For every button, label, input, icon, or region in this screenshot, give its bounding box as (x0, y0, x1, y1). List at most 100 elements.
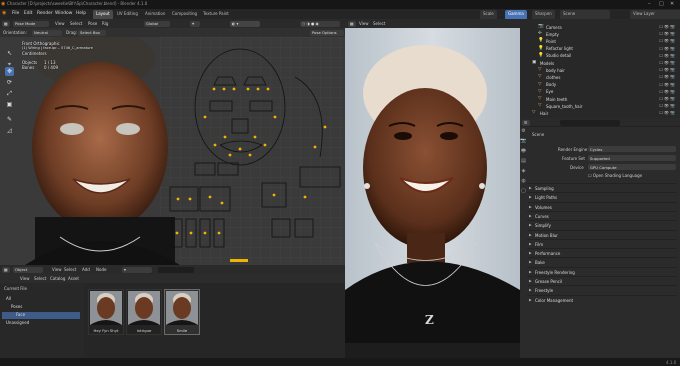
outliner-panel: 📷 Camera ☐👁📷 ✣ Empty ☐👁📷 💡 Point ☐👁📷 💡 Refactor li… (520, 19, 680, 118)
render-menu-select[interactable]: Select (373, 21, 385, 26)
orientation-dropdown[interactable]: Neutral (32, 29, 62, 36)
minimize-button[interactable]: – (648, 1, 651, 7)
viewport-menu-view[interactable]: View (55, 21, 65, 26)
panel-color-management[interactable]: ▶ Color Management (527, 294, 677, 305)
transform-tool-icon[interactable]: ▣ (5, 100, 14, 109)
visibility-toggle-icon[interactable]: ☐👁📷 (659, 110, 676, 115)
asset-menu2-catalog[interactable]: Catalog (50, 276, 65, 281)
osl-checkbox[interactable]: ☐ Open Shading Language (588, 173, 642, 178)
drag-dropdown[interactable]: Select Box (78, 29, 106, 36)
tool-tab-icon[interactable]: ⚙ (520, 128, 527, 137)
device-dropdown[interactable]: GPU Compute (588, 164, 676, 170)
visibility-toggle-icon[interactable]: ☐👁📷 (659, 96, 676, 101)
visibility-toggle-icon[interactable]: ☐👁📷 (659, 24, 676, 29)
properties-search-input[interactable] (560, 119, 620, 126)
render-preview[interactable]: Z (345, 28, 520, 343)
snap-icon[interactable]: ⌖ (190, 20, 200, 27)
visibility-toggle-icon[interactable]: ☐👁📷 (659, 103, 676, 108)
close-button[interactable]: ✕ (670, 1, 674, 7)
properties-editor-icon[interactable]: ☰ (522, 119, 530, 126)
outliner-row-label: Main teeth (546, 96, 568, 102)
catalog-item[interactable]: All (2, 296, 80, 303)
asset-menu-node[interactable]: Node (96, 267, 106, 272)
mesh-icon: ▽ (538, 96, 542, 101)
render-menu-view[interactable]: View (359, 21, 369, 26)
version-label: 4.1.0 (666, 360, 677, 365)
visibility-toggle-icon[interactable]: ☐👁📷 (659, 31, 676, 36)
asset-thumbnail[interactable]: Hey Fyn Shyt (88, 289, 124, 335)
catalog-item[interactable]: Face (2, 312, 80, 319)
asset-filter-dropdown[interactable]: ▾ (122, 266, 152, 273)
feature-set-dropdown[interactable]: Supported (588, 155, 676, 161)
maximize-button[interactable]: □ (659, 1, 664, 7)
catalog-item[interactable]: Unassigned (2, 320, 80, 327)
move-tool-icon[interactable]: ✥ (5, 67, 14, 76)
world-tab-icon[interactable]: ◍ (520, 178, 527, 187)
pose-mode-dropdown[interactable]: Pose Mode (13, 20, 49, 27)
asset-menu-select[interactable]: Select (64, 267, 76, 272)
render-editor-type-icon[interactable]: ▦ (348, 20, 356, 27)
catalog-item-label: Unassigned (6, 320, 30, 325)
visibility-toggle-icon[interactable]: ☐👁📷 (659, 38, 676, 43)
visibility-toggle-icon[interactable]: ☐👁📷 (659, 89, 676, 94)
transform-orientation-dropdown[interactable]: Global (144, 20, 170, 27)
visibility-toggle-icon[interactable]: ☐👁📷 (659, 53, 676, 58)
asset-menu2-asset[interactable]: Asset (68, 276, 79, 281)
outliner-row-label: Body (546, 82, 557, 88)
asset-search-input[interactable] (158, 266, 194, 273)
pose-options-dropdown[interactable]: Pose Options (310, 29, 344, 36)
panel-label: Freestyle Rendering (535, 269, 575, 275)
asset-thumbnail[interactable]: Intrigue (126, 289, 162, 335)
3d-viewport[interactable]: Front Orthographic (1) Wiring | face.ipr… (0, 37, 345, 265)
visibility-toggle-icon[interactable]: ☐👁📷 (659, 74, 676, 79)
panel-label: Simplify (535, 223, 552, 229)
scene-tab-icon[interactable]: ◈ (520, 168, 527, 177)
drag-label: Drag: (66, 30, 78, 35)
output-tab-icon[interactable]: 🖶 (520, 148, 527, 157)
rotate-tool-icon[interactable]: ⟳ (5, 78, 14, 87)
viewport-menu-select[interactable]: Select (70, 21, 82, 26)
asset-thumbnail[interactable]: Smile (164, 289, 200, 335)
menu-edit[interactable]: Edit (24, 11, 33, 16)
viewport-menu-pose[interactable]: Pose (88, 21, 97, 26)
asset-mode-dropdown[interactable]: Object (13, 266, 43, 273)
menu-file[interactable]: File (12, 11, 19, 16)
outliner-row[interactable]: ▽ Hair ☐👁📷 (520, 109, 680, 117)
asset-menu2-view[interactable]: View (20, 276, 30, 281)
object-tab-icon[interactable]: ▢ (520, 188, 527, 197)
render-engine-dropdown[interactable]: Cycles (588, 146, 676, 152)
shading-buttons[interactable]: ○ ◑ ● ◉ (300, 20, 340, 27)
menu-render[interactable]: Render (37, 11, 53, 16)
orientation-label: Orientation: (3, 30, 27, 35)
scale-tool-icon[interactable]: ⤢ (5, 89, 14, 98)
menu-help[interactable]: Help (76, 11, 86, 16)
select-tool-icon[interactable]: ↖ (5, 49, 14, 58)
view-layer-tab-icon[interactable]: ▤ (520, 158, 527, 167)
asset-menu-view[interactable]: View (52, 267, 62, 272)
render-tab-icon[interactable]: 📷 (520, 138, 527, 147)
thumbnail-image (128, 291, 160, 325)
editor-type-icon[interactable]: ▦ (2, 20, 10, 27)
visibility-toggle-icon[interactable]: ☐👁📷 (659, 60, 676, 65)
asset-menu2-select[interactable]: Select (34, 276, 46, 281)
viewport-menu-rig[interactable]: Rig (102, 21, 108, 26)
menu-window[interactable]: Window (55, 11, 72, 16)
view-info-line2: (1) Wiring | face.ipr... 5746_C_armature (22, 46, 93, 50)
catalog-item[interactable]: Poses (2, 304, 80, 311)
camera-icon: 📷 (538, 24, 544, 29)
expand-arrow-icon: ▶ (529, 260, 532, 265)
annotate-tool-icon[interactable]: ✎ (5, 115, 14, 124)
measure-tool-icon[interactable]: ◿ (5, 126, 14, 135)
render-portrait (345, 28, 520, 343)
asset-editor-type-icon[interactable]: ▦ (2, 266, 10, 273)
visibility-toggle-icon[interactable]: ☐👁📷 (659, 67, 676, 72)
blender-menu-icon[interactable]: ◉ (2, 10, 6, 16)
overlay-dropdown[interactable]: ◐ ▾ (230, 20, 260, 27)
outliner-row-label: clothes (546, 74, 561, 80)
asset-menu-add[interactable]: Add (82, 267, 90, 272)
visibility-toggle-icon[interactable]: ☐👁📷 (659, 46, 676, 51)
catalog-item-label: Poses (11, 304, 23, 309)
visibility-toggle-icon[interactable]: ☐👁📷 (659, 82, 676, 87)
current-file-label[interactable]: Current File (4, 286, 27, 291)
asset-browser: View Select Catalog Asset Current File A… (0, 274, 345, 358)
